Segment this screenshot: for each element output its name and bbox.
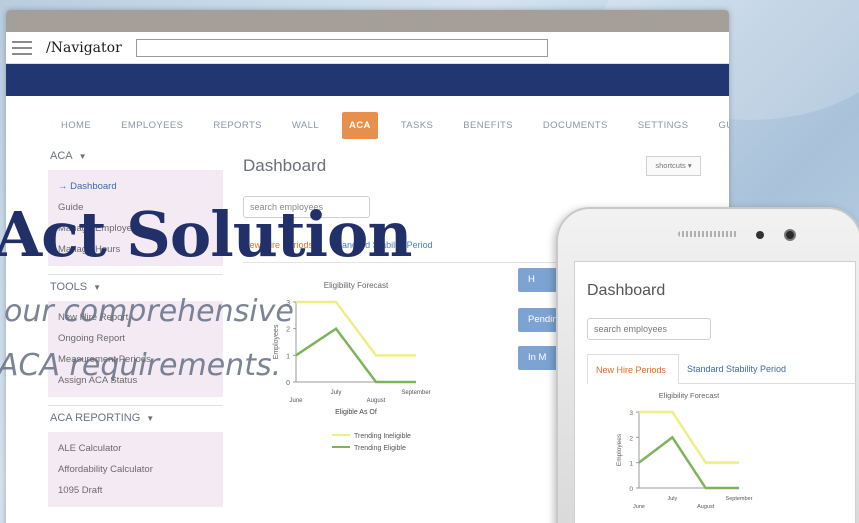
- nav-tab-aca[interactable]: ACA: [342, 111, 378, 139]
- nav-tab-documents[interactable]: DOCUMENTS: [536, 112, 615, 139]
- subheadline-line-1: our comprehensive: [4, 294, 294, 329]
- url-field[interactable]: [135, 38, 548, 57]
- y-tick-label: 1: [286, 353, 290, 360]
- chart-title: Eligibility Forecast: [659, 392, 720, 400]
- phone-tabs-divider: [679, 383, 857, 384]
- header-banner: [6, 64, 729, 96]
- phone-page-title: Dashboard: [587, 282, 666, 299]
- page-title: Dashboard: [243, 156, 327, 175]
- sidebar-section-title: ACA REPORTING: [50, 412, 141, 424]
- nav-tab-wall[interactable]: WALL: [285, 112, 326, 139]
- nav-tab-tasks[interactable]: TASKS: [394, 112, 440, 139]
- caret-down-icon: ▼: [78, 152, 87, 161]
- y-tick-label: 0: [286, 380, 290, 387]
- sidebar-item[interactable]: 1095 Draft: [58, 480, 223, 501]
- y-tick-label: 0: [629, 486, 633, 493]
- sidebar-item[interactable]: → Dashboard: [58, 176, 223, 197]
- legend-label: Trending Ineligible: [354, 433, 411, 440]
- x-axis-label: Eligible As Of: [335, 409, 377, 416]
- x-tick-label: September: [401, 390, 430, 396]
- sidebar-item-label: Affordability Calculator: [58, 464, 153, 475]
- sidebar-item-label: 1095 Draft: [58, 485, 103, 496]
- nav-tab-benefits[interactable]: BENEFITS: [456, 112, 520, 139]
- x-tick-label: June: [633, 504, 645, 510]
- nav-tab-reports[interactable]: REPORTS: [206, 112, 269, 139]
- x-tick-label: July: [667, 496, 677, 502]
- sidebar-section-title: TOOLS: [50, 281, 88, 293]
- sidebar-section-header[interactable]: ACA REPORTING ▼: [48, 405, 223, 432]
- series-line: [639, 410, 739, 464]
- sidebar-item[interactable]: Affordability Calculator: [58, 459, 223, 480]
- x-tick-label: July: [331, 390, 342, 396]
- sidebar-section-header[interactable]: ACA ▼: [48, 144, 223, 170]
- app-logo: /Navigator: [46, 39, 122, 56]
- sidebar-item-label: Ongoing Report: [58, 333, 126, 344]
- phone-camera-icon: [784, 229, 796, 241]
- phone-tab-standard-stability-period[interactable]: Standard Stability Period: [687, 364, 786, 374]
- sidebar-item-label: ALE Calculator: [58, 443, 122, 454]
- series-line: [296, 300, 416, 357]
- subheadline-line-2: ACA requirements.: [0, 348, 282, 383]
- hamburger-menu-icon[interactable]: [12, 40, 32, 55]
- x-tick-label: August: [367, 398, 386, 404]
- sidebar-item-label: Dashboard: [70, 181, 117, 192]
- arrow-right-icon: →: [58, 181, 71, 192]
- y-tick-label: 1: [629, 461, 633, 468]
- phone-sensor-icon: [756, 231, 764, 239]
- shortcuts-button[interactable]: shortcuts ▾: [646, 156, 701, 176]
- y-tick-label: 3: [629, 410, 633, 417]
- x-tick-label: June: [289, 398, 303, 404]
- sidebar-section-title: ACA: [50, 150, 73, 162]
- sidebar-group: ALE Calculator Affordability Calculator 10…: [48, 432, 223, 507]
- caret-down-icon: ▼: [93, 283, 102, 292]
- legend-label: Trending Eligible: [354, 445, 406, 452]
- phone-search-input[interactable]: search employees: [587, 318, 711, 340]
- y-axis-label: Employees: [616, 433, 623, 466]
- phone-eligibility-forecast-chart: Eligibility Forecast 0 1 2 3 Employees June Jul…: [616, 392, 753, 510]
- nav-tab-employees[interactable]: EMPLOYEES: [114, 112, 190, 139]
- x-tick-label: August: [697, 504, 715, 510]
- title-bar: [6, 10, 729, 32]
- sidebar-item[interactable]: Ongoing Report: [58, 328, 223, 349]
- phone-tab-new-hire-periods[interactable]: New Hire Periods: [587, 354, 679, 384]
- headline: Act Solution: [0, 198, 412, 271]
- x-tick-label: September: [726, 496, 753, 502]
- chart-title: Eligibility Forecast: [324, 281, 389, 290]
- address-bar: /Navigator: [6, 32, 729, 64]
- phone-screen: Dashboard search employees New Hire Peri…: [574, 261, 857, 523]
- y-tick-label: 2: [629, 435, 633, 442]
- sidebar-item[interactable]: ALE Calculator: [58, 438, 223, 459]
- nav-tab-home[interactable]: HOME: [54, 112, 98, 139]
- caret-down-icon: ▼: [146, 414, 155, 423]
- nav-tab-guide[interactable]: GUIDE: [711, 112, 729, 139]
- phone-device: Dashboard search employees New Hire Peri…: [556, 207, 859, 523]
- nav-tab-settings[interactable]: SETTINGS: [631, 112, 696, 139]
- phone-speaker: [678, 231, 738, 237]
